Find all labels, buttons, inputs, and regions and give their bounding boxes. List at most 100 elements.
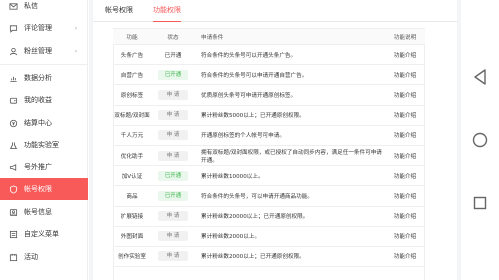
header-feature: 功能 — [113, 28, 151, 45]
feature-intro-link[interactable]: 功能介绍 — [385, 125, 425, 146]
table-row: 双标题/双封面申 请累计粉丝数5000以上；已开通原创权限。 功能介绍 — [113, 105, 425, 126]
sidebar-item-label: 号外推广 — [24, 163, 52, 171]
status-cell: 申 请 — [151, 84, 195, 106]
promo-icon — [8, 162, 18, 172]
sidebar-item[interactable]: 数据分析 — [0, 67, 88, 89]
condition-text: 累计粉丝数2000以上。 — [195, 226, 385, 247]
sidebar-item-label: 活动 — [24, 253, 38, 261]
apply-button[interactable]: 申 请 — [158, 89, 188, 100]
sidebar-item[interactable]: 私信 — [0, 0, 88, 17]
enabled-badge: 已开通 — [158, 69, 188, 80]
status-cell: 已开通 — [151, 64, 195, 86]
sidebar-item-label: 我的收益 — [24, 96, 52, 104]
sidebar-item[interactable]: 粉丝管理 › — [0, 40, 88, 62]
feature-name: 加V认证 — [113, 165, 151, 187]
feature-name: 外图封面 — [113, 226, 151, 247]
sidebar-item-label: 结算中心 — [24, 119, 52, 127]
enabled-badge: 已开通 — [158, 170, 188, 181]
table-row: 头条广告 已开通 符合条件的头条号可以开通头条广告。 功能介绍 — [113, 44, 425, 66]
feature-intro-link[interactable]: 功能介绍 — [385, 145, 425, 167]
activity-icon — [8, 252, 18, 262]
status-cell: 申 请 — [151, 226, 195, 247]
feature-intro-link[interactable]: 功能介绍 — [385, 185, 425, 207]
condition-text: 累计粉丝数2000以上；已开通原创权限。 — [195, 246, 385, 268]
sidebar-item-label: 粉丝管理 — [24, 47, 52, 55]
sidebar-item[interactable]: 帐号信息 — [0, 201, 88, 223]
chevron-icon: › — [74, 24, 78, 32]
feature-name: 扩展链接 — [113, 206, 151, 227]
chevron-icon: › — [74, 47, 78, 55]
wallet-icon — [8, 95, 18, 105]
feature-intro-link[interactable]: 功能介绍 — [385, 64, 425, 86]
feature-intro-link[interactable]: 功能介绍 — [385, 246, 425, 268]
status-cell: 已开通 — [151, 185, 195, 207]
feature-name: 创作实验室 — [113, 246, 151, 268]
sidebar-item[interactable]: 自定义菜单 — [0, 223, 88, 245]
table-header-row: 功能 状态 申请条件 功能说明 — [113, 28, 425, 45]
chart-icon — [8, 73, 18, 83]
apply-button[interactable]: 申 请 — [158, 251, 188, 262]
sidebar-item[interactable]: 评论管理 › — [0, 17, 88, 39]
feature-intro-link[interactable]: 功能介绍 — [385, 165, 425, 187]
condition-text: 符合条件的头条号可以开通头条广告。 — [195, 44, 385, 66]
status-cell: 已开通 — [151, 44, 195, 66]
condition-text: 符合条件的头条号可以申请开通自营广告。 — [195, 64, 385, 86]
recents-square-icon[interactable] — [471, 194, 489, 212]
apply-button[interactable]: 申 请 — [158, 130, 188, 141]
back-triangle-icon[interactable] — [471, 68, 489, 86]
status-cell: 申 请 — [151, 206, 195, 227]
tab-feature-permissions[interactable]: 功能权限 — [153, 0, 181, 22]
main-content: 帐号权限 功能权限 功能 状态 申请条件 功能说明 头条广告 已开通 符合条件的头条… — [89, 0, 461, 280]
sidebar-item-label: 功能实验室 — [24, 141, 59, 149]
sidebar-item[interactable]: 号外推广 — [0, 156, 88, 178]
sidebar-item[interactable]: 功能实验室 — [0, 134, 88, 156]
table-row: 优化助手申 请拥有双标题/双封面权限，或已授权了自动同步内容，满足任一条件可申请… — [113, 145, 425, 167]
table-row: 加V认证 已开通 累计粉丝数10000以上。 功能介绍 — [113, 165, 425, 187]
sidebar-item[interactable]: 活动 — [0, 246, 88, 268]
sidebar-divider — [0, 64, 88, 65]
condition-text: 优质原创头条号可申请开通原创标签。 — [195, 84, 385, 106]
sidebar-item-label: 评论管理 — [24, 24, 52, 32]
sidebar-item[interactable]: 结算中心 — [0, 112, 88, 134]
feature-intro-link[interactable]: 功能介绍 — [385, 226, 425, 247]
enabled-badge: 已开通 — [158, 190, 188, 201]
status-cell: 已开通 — [151, 165, 195, 187]
feature-intro-link[interactable]: 功能介绍 — [385, 44, 425, 66]
feature-name: 千人万元 — [113, 125, 151, 146]
sidebar-item[interactable]: 我的收益 — [0, 89, 88, 111]
home-circle-icon[interactable] — [471, 131, 489, 149]
apply-button[interactable]: 申 请 — [158, 231, 188, 242]
table-row: 扩展链接申 请累计粉丝数20000以上；已开通原创权限。 功能介绍 — [113, 206, 425, 227]
sidebar: 私信评论管理 › 粉丝管理 › 数据分析我的收益结算中心功能实验室号外推广帐号权限 帐号信… — [0, 0, 88, 280]
condition-text: 符合条件的头条号，可以申请开通商品功能。 — [195, 185, 385, 207]
header-note: 功能说明 — [385, 28, 425, 45]
permissions-card: 帐号权限 功能权限 功能 状态 申请条件 功能说明 头条广告 已开通 符合条件的头条… — [93, 0, 457, 280]
table-row: 商品 已开通 符合条件的头条号，可以申请开通商品功能。 功能介绍 — [113, 185, 425, 207]
user-icon — [8, 207, 18, 217]
feature-intro-link[interactable]: 功能介绍 — [385, 206, 425, 227]
condition-text: 开通原创标签的个人帐号可申请。 — [195, 125, 385, 146]
table-row: 千人万元申 请开通原创标签的个人帐号可申请。 功能介绍 — [113, 125, 425, 146]
apply-button[interactable]: 申 请 — [158, 150, 188, 161]
table-row: 创作实验室申 请累计粉丝数2000以上；已开通原创权限。 功能介绍 — [113, 246, 425, 268]
header-status: 状态 — [151, 28, 195, 45]
apply-button[interactable]: 申 请 — [158, 211, 188, 222]
sidebar-item[interactable]: 帐号权限 — [0, 178, 88, 200]
tab-bar: 帐号权限 功能权限 — [93, 0, 457, 22]
lab-icon — [8, 140, 18, 150]
settlement-icon — [8, 118, 18, 128]
status-cell: 申 请 — [151, 145, 195, 167]
status-cell: 申 请 — [151, 125, 195, 146]
table-row: 自营广告 已开通 符合条件的头条号可以申请开通自营广告。 功能介绍 — [113, 64, 425, 86]
apply-button[interactable]: 申 请 — [158, 110, 188, 121]
condition-text: 拥有双标题/双封面权限，或已授权了自动同步内容，满足任一条件可申请开通。 — [195, 145, 385, 167]
feature-intro-link[interactable]: 功能介绍 — [385, 105, 425, 126]
tab-account-permissions[interactable]: 帐号权限 — [105, 0, 133, 22]
feature-name: 商品 — [113, 185, 151, 207]
feature-intro-link[interactable]: 功能介绍 — [385, 84, 425, 106]
system-navigation-bar — [461, 0, 499, 280]
table-row: 原创标签申 请优质原创头条号可申请开通原创标签。 功能介绍 — [113, 84, 425, 106]
fans-icon — [8, 46, 18, 56]
sidebar-item-label: 数据分析 — [24, 74, 52, 82]
feature-name: 自营广告 — [113, 64, 151, 86]
